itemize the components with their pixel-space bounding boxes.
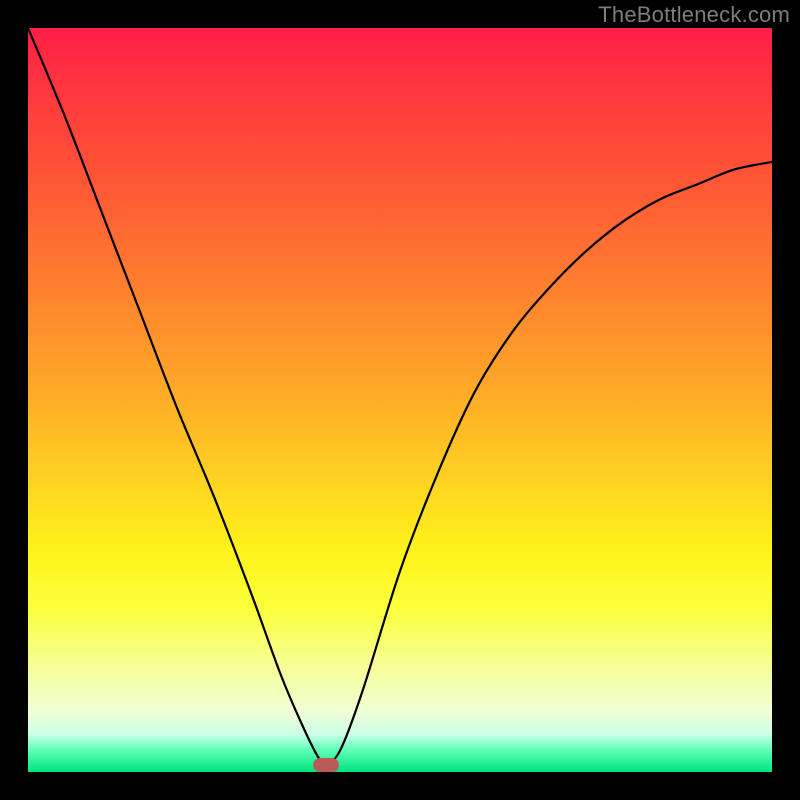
plot-area bbox=[28, 28, 772, 772]
chart-frame: TheBottleneck.com bbox=[0, 0, 800, 800]
watermark-text: TheBottleneck.com bbox=[598, 2, 790, 28]
bottleneck-curve bbox=[28, 28, 772, 772]
optimum-marker bbox=[313, 758, 339, 772]
